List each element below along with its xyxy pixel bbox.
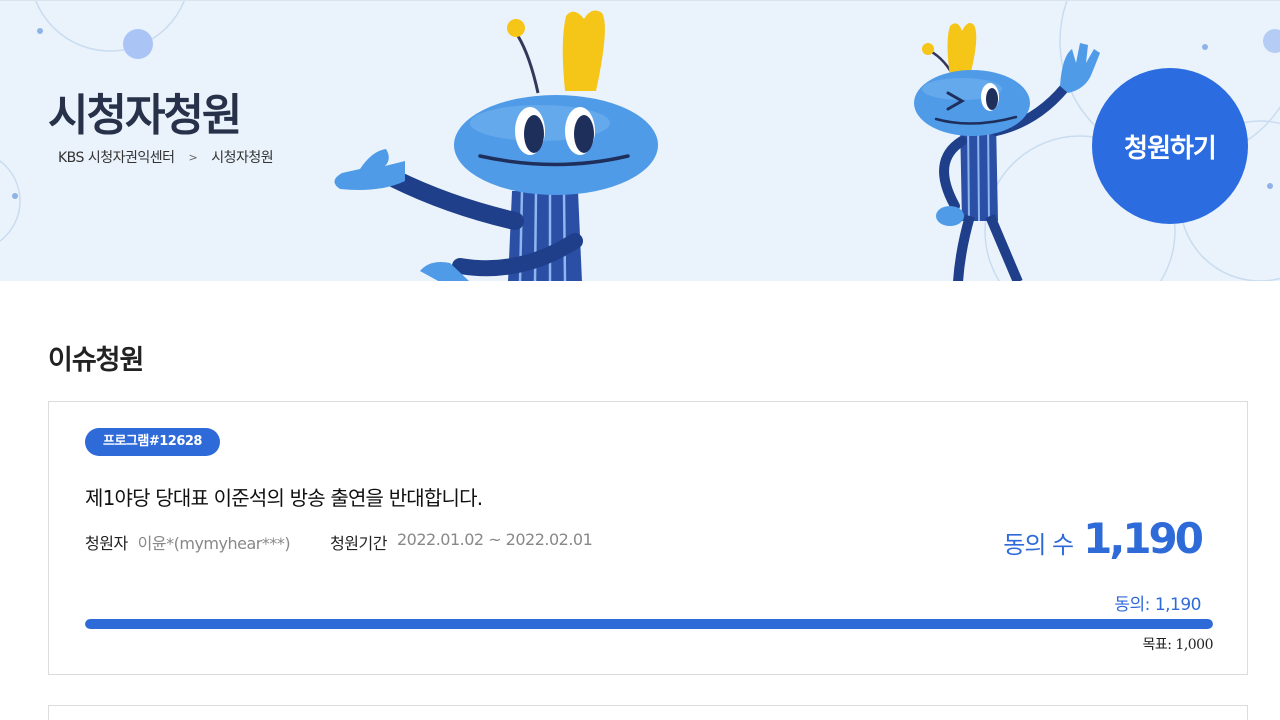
breadcrumb-separator: > [188, 150, 198, 164]
petition-title[interactable]: 제1야당 당대표 이준석의 방송 출연을 반대합니다. [85, 482, 483, 511]
program-badge: 프로그램#12628 [85, 428, 220, 456]
goal-label: 목표: 1,000 [1142, 637, 1213, 653]
agree-progress-label: 동의: 1,190 [1114, 595, 1201, 615]
agree-count: 동의 수 1,190 [1003, 514, 1204, 563]
agree-count-value: 1,190 [1083, 514, 1204, 563]
hero-banner: 시청자청원 KBS 시청자권익센터 > 시청자청원 청원하기 [0, 0, 1280, 281]
progress-bar [85, 619, 1213, 629]
page-title: 시청자청원 [48, 90, 242, 141]
period-value: 2022.01.02 ~ 2022.02.01 [396, 530, 593, 549]
mascot-right-image [914, 23, 1100, 281]
mascot-left-image [334, 10, 658, 281]
petitioner-value: 이윤*(mymyhear***) [137, 534, 291, 553]
breadcrumb: KBS 시청자권익센터 > 시청자청원 [58, 147, 274, 167]
breadcrumb-item-home[interactable]: KBS 시청자권익센터 [58, 147, 175, 167]
breadcrumb-item-current[interactable]: 시청자청원 [211, 147, 273, 167]
agree-count-label: 동의 수 [1003, 531, 1074, 559]
decor-dot [123, 29, 153, 59]
section-title: 이슈청원 [48, 345, 144, 376]
create-petition-button[interactable]: 청원하기 [1092, 68, 1248, 224]
period-label: 청원기간 [330, 534, 387, 553]
petition-card[interactable]: 프로그램#12628 제1야당 당대표 이준석의 방송 출연을 반대합니다. 청… [48, 401, 1248, 675]
progress-bar-fill [85, 619, 1213, 629]
petitioner-label: 청원자 [85, 534, 128, 553]
petition-meta: 청원자 이윤*(mymyhear***) 청원기간 2022.01.02 ~ 2… [85, 530, 593, 554]
petition-card-next[interactable] [48, 705, 1248, 720]
